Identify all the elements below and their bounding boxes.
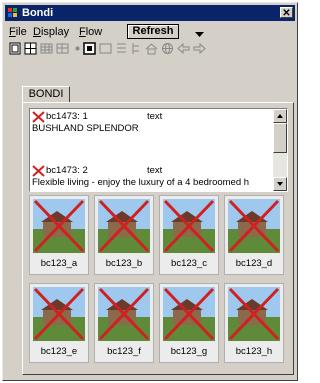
menu-bar: File Display Flow Refresh	[7, 24, 293, 40]
text-list[interactable]: bc1473: 1 text BUSHLAND SPLENDOR bc1473:…	[29, 108, 288, 192]
split-icon[interactable]	[24, 42, 37, 55]
tree-icon[interactable]	[130, 42, 143, 55]
item-description: Flexible living - enjoy the luxury of a …	[32, 177, 250, 188]
item-description: BUSHLAND SPLENDOR	[32, 123, 139, 134]
globe-icon[interactable]	[161, 42, 174, 55]
thumbnail-card[interactable]: bc123_b	[94, 195, 154, 275]
grid-icon[interactable]	[40, 42, 53, 55]
broken-image-icon	[228, 199, 280, 253]
thumbnail-caption: bc123_b	[105, 258, 143, 269]
menu-flow[interactable]: Flow	[79, 26, 102, 38]
menu-file[interactable]: File	[9, 26, 27, 38]
scroll-thumb[interactable]	[273, 123, 287, 153]
broken-image-icon	[163, 199, 215, 253]
thumbnail-caption: bc123_f	[107, 346, 141, 357]
thumbnail-grid: bc123_a bc123_b bc123_c bc123_d bc123_e bc123…	[29, 195, 288, 371]
thumbnail-card[interactable]: bc123_c	[159, 195, 219, 275]
app-icon	[8, 8, 17, 17]
select-icon[interactable]	[83, 42, 96, 55]
item-kind: text	[147, 111, 163, 122]
broken-image-icon	[32, 165, 45, 177]
frame-icon[interactable]	[99, 42, 112, 55]
tab-bondi[interactable]: BONDI	[22, 86, 70, 103]
thumbnail-caption: bc123_c	[171, 258, 207, 269]
menu-display[interactable]: Display	[33, 26, 69, 38]
thumbnail-card[interactable]: bc123_g	[159, 283, 219, 363]
thumbnail-card[interactable]: bc123_a	[29, 195, 89, 275]
title-bar[interactable]: Bondi ✕	[5, 5, 295, 21]
thumbnail-caption: bc123_a	[40, 258, 78, 269]
window-title: Bondi	[22, 7, 54, 19]
thumbnail-caption: bc123_h	[235, 346, 273, 357]
list-item[interactable]: bc1473: 1 text BUSHLAND SPLENDOR	[32, 111, 272, 134]
arrow-down-icon	[277, 182, 283, 186]
broken-image-icon	[98, 199, 150, 253]
thumbnail-card[interactable]: bc123_e	[29, 283, 89, 363]
item-id: bc1473: 2	[46, 165, 88, 176]
list-icon[interactable]	[115, 42, 128, 55]
scroll-down-button[interactable]	[273, 177, 287, 191]
table-icon[interactable]	[56, 42, 69, 55]
broken-image-icon	[98, 287, 150, 341]
back-icon[interactable]	[177, 42, 190, 55]
thumbnail-caption: bc123_e	[40, 346, 78, 357]
broken-image-icon	[163, 287, 215, 341]
scroll-up-button[interactable]	[273, 109, 287, 123]
arrow-up-icon	[277, 114, 283, 118]
broken-image-icon	[33, 287, 85, 341]
thumbnail-caption: bc123_d	[235, 258, 273, 269]
page-icon[interactable]	[9, 42, 22, 55]
home-icon[interactable]	[145, 42, 158, 55]
broken-image-icon	[228, 287, 280, 341]
refresh-button[interactable]: Refresh	[127, 24, 179, 39]
thumbnail-caption: bc123_g	[170, 346, 208, 357]
thumbnail-card[interactable]: bc123_d	[224, 195, 284, 275]
toolbar	[7, 41, 293, 57]
chevron-down-icon[interactable]	[195, 29, 204, 41]
forward-icon[interactable]	[193, 42, 206, 55]
broken-image-icon	[33, 199, 85, 253]
thumbnail-card[interactable]: bc123_f	[94, 283, 154, 363]
vertical-scrollbar[interactable]	[273, 109, 287, 191]
item-kind: text	[147, 165, 163, 176]
broken-image-icon	[32, 111, 45, 123]
item-id: bc1473: 1	[46, 111, 88, 122]
close-button[interactable]: ✕	[280, 7, 293, 19]
list-item[interactable]: bc1473: 2 text Flexible living - enjoy t…	[32, 165, 272, 188]
thumbnail-card[interactable]: bc123_h	[224, 283, 284, 363]
